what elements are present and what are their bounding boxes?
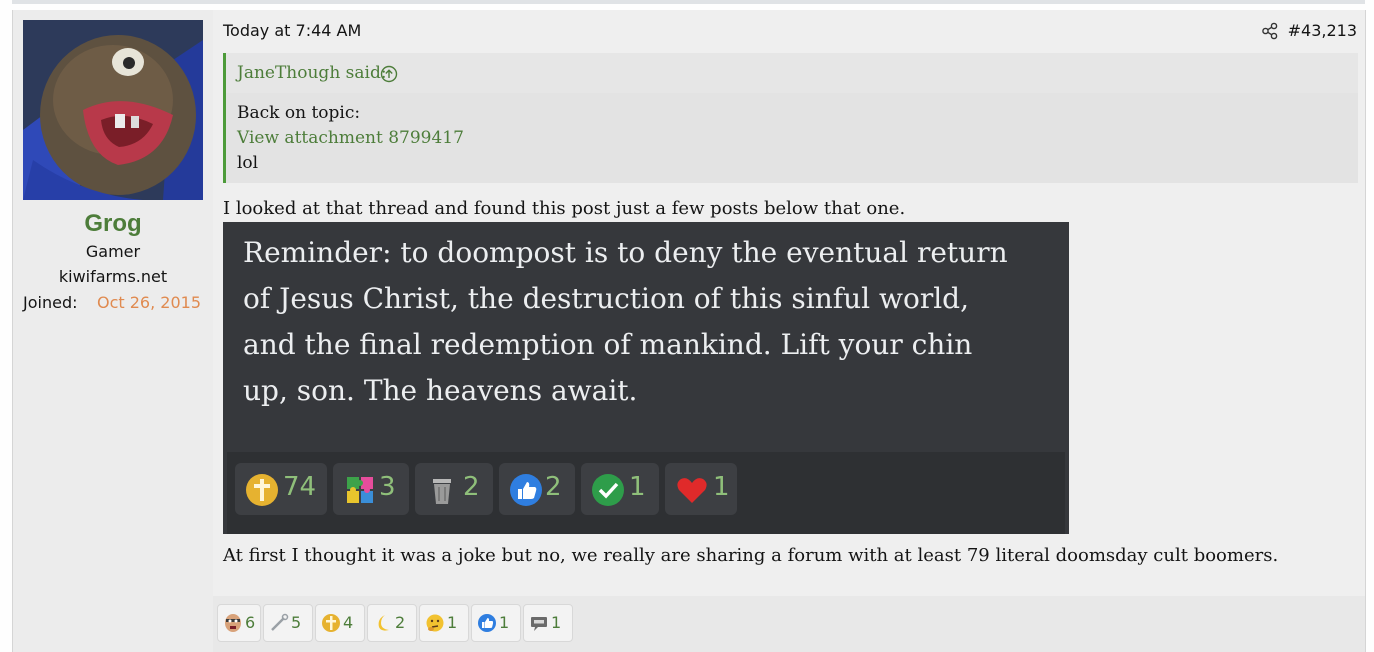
reaction-item[interactable]: 1 [419, 604, 469, 642]
top-divider [12, 0, 1365, 4]
screenshot-text-line: of Jesus Christ, the destruction of this… [243, 282, 970, 315]
screenshot-reaction-count: 1 [629, 472, 646, 502]
gold-cross-icon [246, 474, 278, 506]
thumbs-up-icon [478, 614, 496, 632]
attachment-link[interactable]: View attachment 8799417 [237, 128, 464, 148]
reaction-count: 6 [245, 613, 256, 632]
post-text-line: I looked at that thread and found this p… [223, 198, 906, 219]
reactions-bar: 6 5 4 2 1 1 1 [213, 596, 1365, 652]
reaction-count: 1 [447, 613, 458, 632]
screenshot-reaction-count: 2 [545, 472, 562, 502]
embedded-screenshot[interactable]: Reminder: to doompost is to deny the eve… [223, 222, 1069, 534]
post-number-link[interactable]: #43,213 [1288, 21, 1357, 40]
reaction-item[interactable]: 2 [367, 604, 417, 642]
quote-content: Back on topic: View attachment 8799417 l… [226, 93, 1358, 183]
user-banner: kiwifarms.net [58, 267, 168, 286]
reaction-item[interactable]: 6 [217, 604, 261, 642]
reaction-count: 1 [499, 613, 510, 632]
quote-text-line: Back on topic: [237, 103, 361, 123]
post-text-line: At first I thought it was a joke but no,… [223, 545, 1279, 566]
screenshot-text: Reminder: to doompost is to deny the eve… [243, 230, 1053, 414]
reaction-item[interactable]: 4 [315, 604, 365, 642]
post-timestamp[interactable]: Today at 7:44 AM [223, 21, 361, 40]
thinking-face-icon [426, 614, 444, 632]
user-title: Gamer [85, 242, 141, 261]
autism-puzzle-icon [347, 477, 373, 503]
face-icon [225, 614, 241, 632]
screenshot-reaction-count: 74 [283, 472, 317, 502]
reaction-count: 5 [291, 613, 302, 632]
joined-date: Oct 26, 2015 [97, 293, 201, 312]
screenshot-reaction: 2 [499, 463, 575, 515]
screenshot-reaction-count: 1 [713, 472, 730, 502]
quote-text-line: lol [237, 153, 259, 173]
quote-author-link[interactable]: JaneThough said: [237, 63, 387, 83]
wrench-icon [271, 613, 289, 631]
screenshot-reaction-count: 2 [463, 472, 480, 502]
user-info-pane: Grog Gamer kiwifarms.net Joined: Oct 26,… [13, 10, 213, 652]
screenshot-reaction-bar: 74 3 2 2 1 1 [227, 452, 1065, 534]
reaction-item[interactable]: 1 [471, 604, 521, 642]
user-avatar[interactable] [23, 20, 203, 200]
crescent-moon-icon [378, 615, 389, 631]
screenshot-text-line: up, son. The heavens await. [243, 374, 638, 407]
joined-label: Joined: [23, 293, 78, 312]
quote-block: JaneThough said: Back on topic: View att… [223, 53, 1358, 183]
quote-header: JaneThough said: [226, 53, 1358, 93]
heart-icon [677, 478, 707, 503]
trash-can-icon [433, 479, 451, 504]
reaction-count: 2 [395, 613, 406, 632]
thumbs-up-icon [510, 474, 542, 506]
reaction-item[interactable]: 5 [263, 604, 313, 642]
screenshot-reaction: 74 [235, 463, 327, 515]
speech-bubble-icon [531, 617, 547, 631]
screenshot-reaction: 2 [415, 463, 493, 515]
reaction-item[interactable]: 1 [523, 604, 573, 642]
share-icon[interactable] [1261, 22, 1279, 40]
avatar-image [23, 20, 203, 200]
screenshot-text-line: and the final redemption of mankind. Lif… [243, 328, 973, 361]
screenshot-reaction: 1 [581, 463, 659, 515]
username[interactable]: Grog [13, 210, 213, 238]
forum-post: Grog Gamer kiwifarms.net Joined: Oct 26,… [12, 10, 1366, 652]
screenshot-reaction: 3 [333, 463, 409, 515]
reaction-count: 4 [343, 613, 354, 632]
screenshot-reaction-count: 3 [379, 472, 396, 502]
screenshot-reaction: 1 [665, 463, 737, 515]
screenshot-text-line: Reminder: to doompost is to deny the eve… [243, 236, 1008, 269]
check-mark-icon [592, 474, 624, 506]
arrow-up-circle-icon[interactable] [380, 65, 398, 83]
gold-cross-icon [322, 614, 340, 632]
reaction-count: 1 [551, 613, 562, 632]
post-main: Today at 7:44 AM #43,213 JaneThough said… [213, 10, 1365, 652]
